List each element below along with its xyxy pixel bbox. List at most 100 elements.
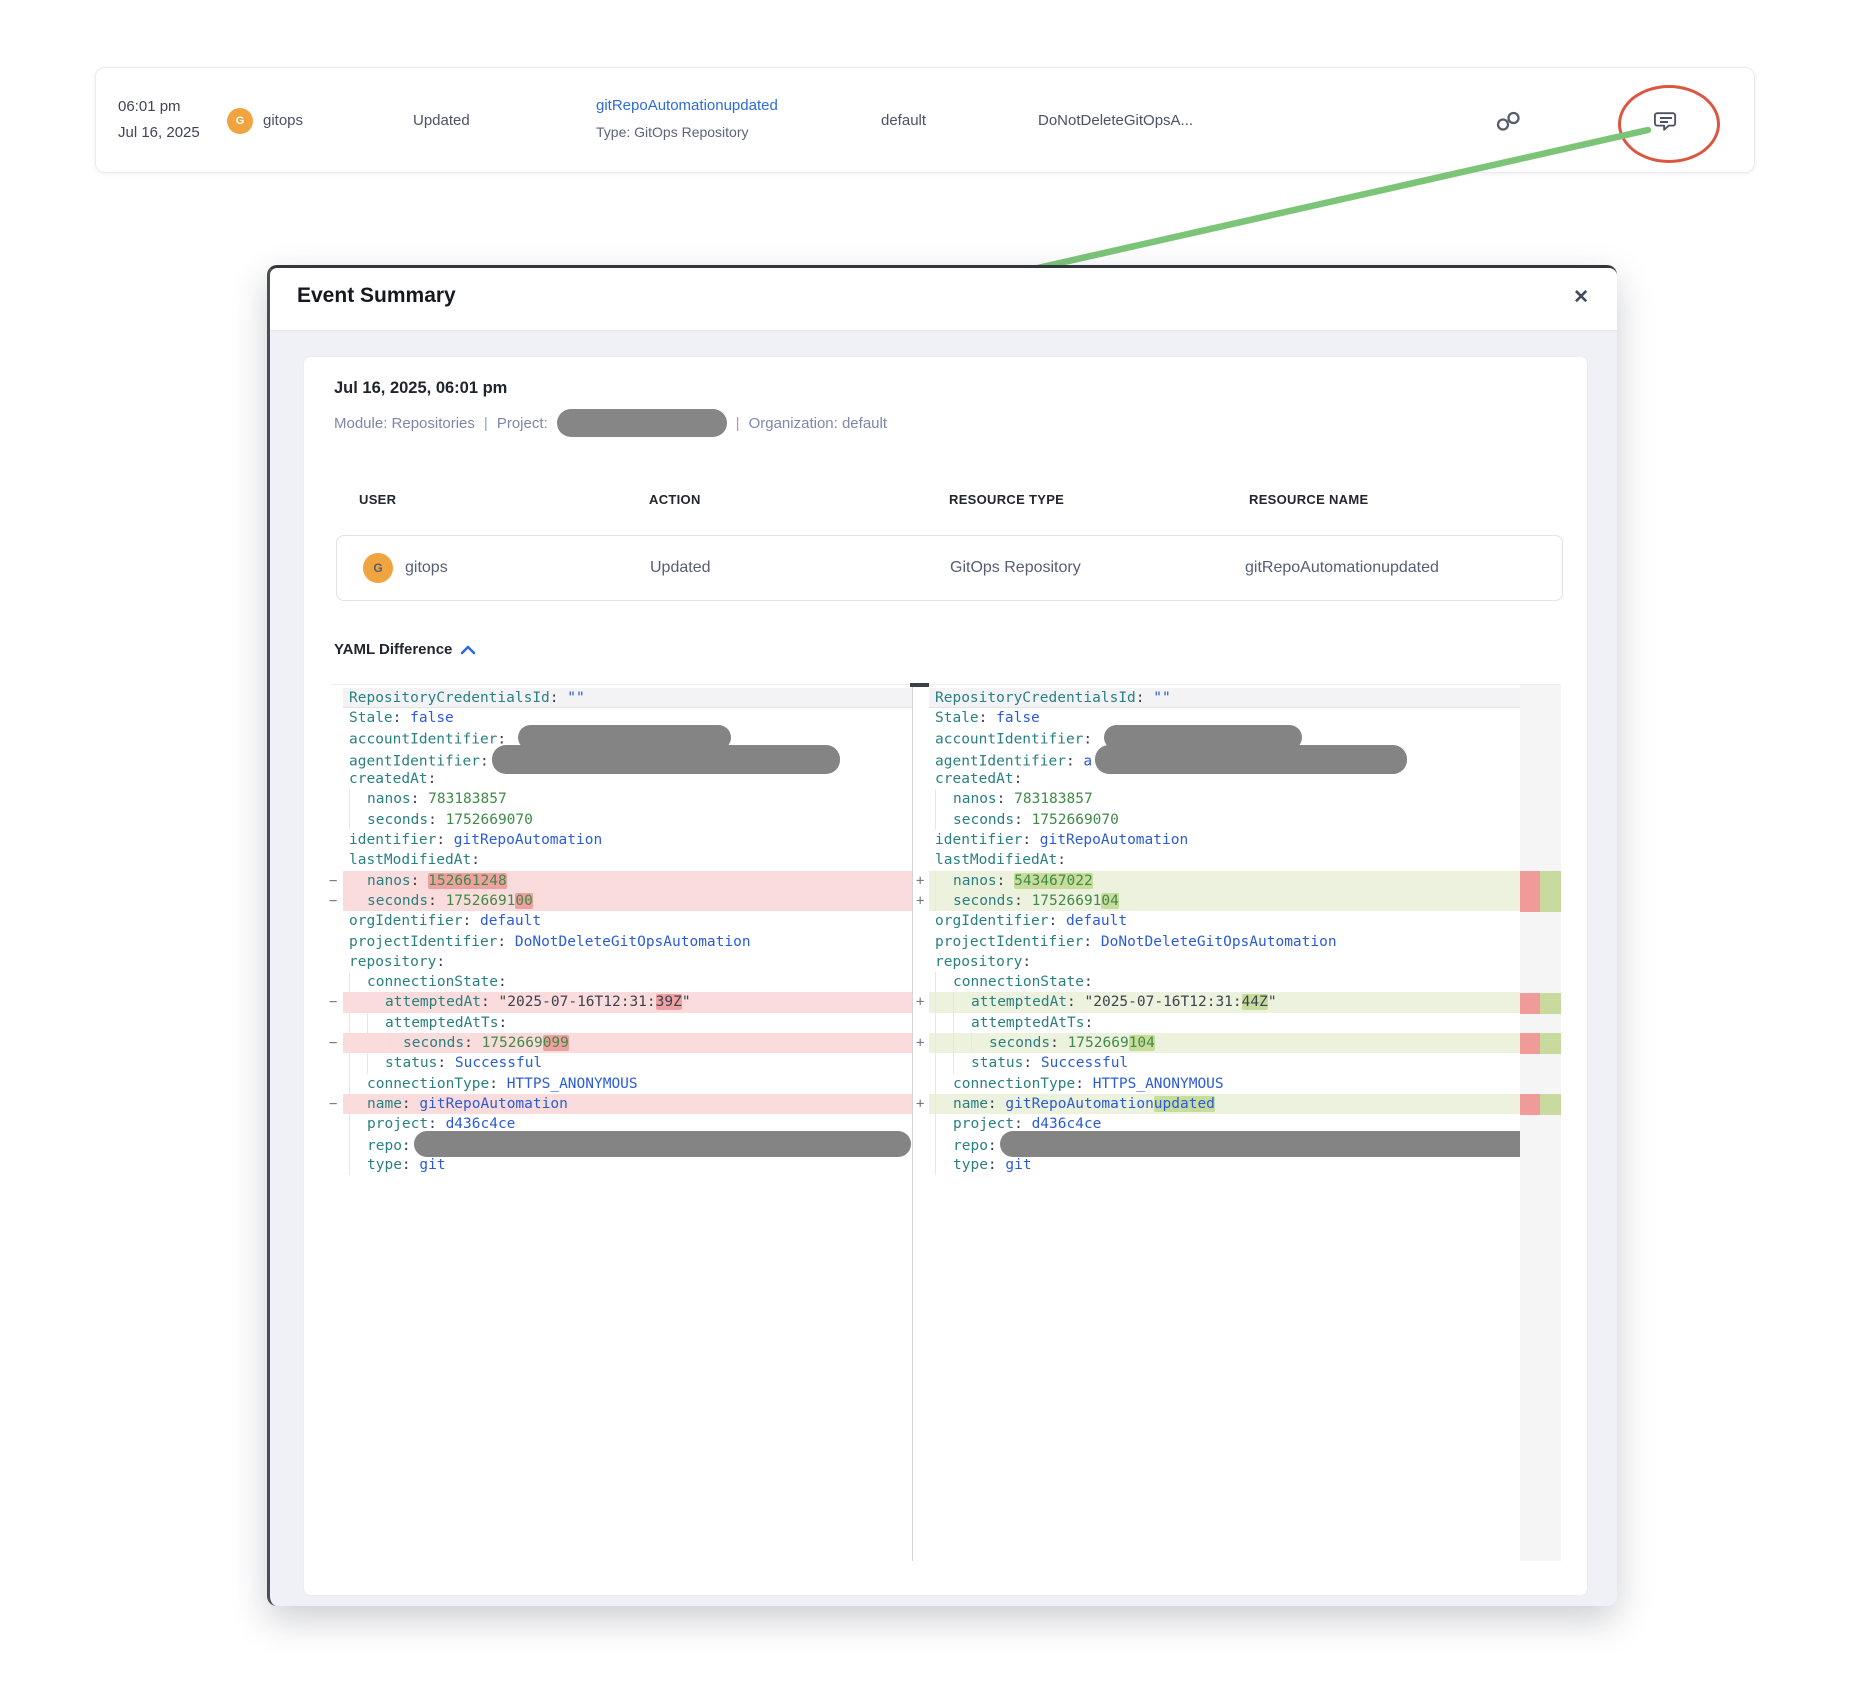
diff-token: : [997, 873, 1014, 889]
diff-line: −attemptedAt: "2025-07-16T12:31:39Z" [343, 992, 912, 1012]
diff-token: DoNotDeleteGitOpsAutomation [515, 934, 751, 950]
indent-guide [935, 871, 953, 891]
diff-token: "" [1153, 690, 1170, 706]
diff-token: 04 [1101, 893, 1118, 909]
diff-line: agentIdentifier: a [929, 749, 1520, 769]
diff-token: repository [935, 954, 1022, 970]
diff-token: 17526691 [446, 893, 516, 909]
diff-token: 1752669 [1068, 1035, 1129, 1051]
diff-token: lastModifiedAt [349, 852, 471, 868]
diff-line: lastModifiedAt: [343, 850, 912, 870]
diff-line: −seconds: 1752669100 [343, 891, 912, 911]
close-icon[interactable]: ✕ [1573, 285, 1589, 311]
indent-guide [349, 891, 367, 911]
diff-token: : [1023, 1055, 1040, 1071]
modal-header: Event Summary ✕ [270, 268, 1617, 331]
diff-line: seconds: 1752669070 [343, 810, 912, 830]
redacted-value [414, 1131, 911, 1157]
diff-token: gitRepoAutomation [1005, 1096, 1153, 1112]
diff-token: : [436, 954, 445, 970]
diff-token: : [471, 852, 480, 868]
diff-token: status [971, 1055, 1023, 1071]
diff-line: orgIdentifier: default [929, 911, 1520, 931]
diff-token: : [1050, 1035, 1067, 1051]
resource-name-link[interactable]: gitRepoAutomationupdated [596, 92, 778, 119]
diff-token: git [419, 1157, 445, 1173]
diff-pane-new: RepositoryCredentialsId: ""Stale: falsea… [929, 685, 1520, 1561]
fold-collapse-marker[interactable] [910, 683, 929, 687]
meta-project-label: Project: [497, 415, 548, 432]
diff-line: nanos: 783183857 [929, 789, 1520, 809]
user-name: gitops [263, 112, 303, 129]
diff-token: attemptedAtTs [971, 1015, 1085, 1031]
diff-token: attemptedAtTs [385, 1015, 499, 1031]
diff-token: name [953, 1096, 988, 1112]
diff-change-sign: − [329, 891, 337, 911]
diff-token: 1752669 [482, 1035, 543, 1051]
diff-line: createdAt: [929, 769, 1520, 789]
diff-line: identifier: gitRepoAutomation [343, 830, 912, 850]
diff-token: seconds [953, 893, 1014, 909]
indent-guide [367, 992, 385, 1012]
diff-token: HTTPS_ANONYMOUS [1093, 1076, 1224, 1092]
diff-token: d436c4ce [446, 1116, 516, 1132]
minimap-deletion-mark [1520, 1033, 1540, 1054]
indent-guide [935, 1094, 953, 1114]
diff-line: identifier: gitRepoAutomation [929, 830, 1520, 850]
chevron-up-icon [460, 645, 476, 655]
diff-token: 783183857 [428, 791, 507, 807]
diff-token: gitRepoAutomation [1040, 832, 1188, 848]
diff-token: : [988, 1157, 1005, 1173]
diff-overview-minimap[interactable] [1520, 685, 1561, 1561]
organization-label: default [881, 112, 926, 129]
indent-guide [935, 891, 953, 911]
diff-token: Successful [455, 1055, 542, 1071]
indent-guide [349, 1074, 367, 1094]
diff-line: repository: [343, 952, 912, 972]
diff-token: project [953, 1116, 1014, 1132]
resource-cell: gitRepoAutomationupdated Type: GitOps Re… [596, 92, 778, 146]
diff-token: : [428, 771, 437, 787]
indent-guide [349, 789, 367, 809]
diff-token: : [463, 913, 480, 929]
diff-token: projectIdentifier [349, 934, 497, 950]
diff-token: connectionType [953, 1076, 1075, 1092]
diff-token: : [988, 1096, 1005, 1112]
diff-token: type [953, 1157, 988, 1173]
indent-guide [935, 1074, 953, 1094]
diff-token: orgIdentifier [935, 913, 1049, 929]
row-resource-type: GitOps Repository [950, 559, 1081, 577]
minimap-deletion-mark [1520, 871, 1540, 892]
indent-guide [367, 1013, 385, 1033]
diff-token: : [1085, 1015, 1094, 1031]
diff-pane-divider[interactable] [912, 685, 913, 1561]
diff-change-sign: − [329, 871, 337, 891]
diff-token: : [550, 690, 567, 706]
diff-token: connectionType [367, 1076, 489, 1092]
indent-guide [349, 1114, 367, 1134]
diff-token: : [393, 710, 410, 726]
event-timestamp: 06:01 pm Jul 16, 2025 [118, 94, 200, 146]
diff-token: d436c4ce [1032, 1116, 1102, 1132]
diff-token: : [499, 1015, 508, 1031]
table-row: G gitops Updated GitOps Repository gitRe… [336, 535, 1563, 601]
diff-token: 783183857 [1014, 791, 1093, 807]
indent-guide [349, 972, 367, 992]
diff-change-sign: + [916, 1033, 924, 1053]
chain-link-icon[interactable] [1494, 108, 1522, 134]
diff-token: : [1049, 913, 1066, 929]
yaml-difference-toggle[interactable]: YAML Difference [334, 641, 476, 658]
diff-token: git [1005, 1157, 1031, 1173]
diff-line: +seconds: 1752669104 [929, 891, 1520, 911]
diff-token: : [1057, 852, 1066, 868]
diff-token: 00 [515, 893, 532, 909]
diff-token: type [367, 1157, 402, 1173]
diff-line: nanos: 783183857 [343, 789, 912, 809]
diff-token: nanos [367, 873, 411, 889]
diff-token: false [410, 710, 454, 726]
diff-token: : [481, 994, 498, 1010]
diff-token: seconds [403, 1035, 464, 1051]
diff-token: : [1014, 771, 1023, 787]
indent-guide [349, 810, 367, 830]
diff-change-sign: + [916, 992, 924, 1012]
